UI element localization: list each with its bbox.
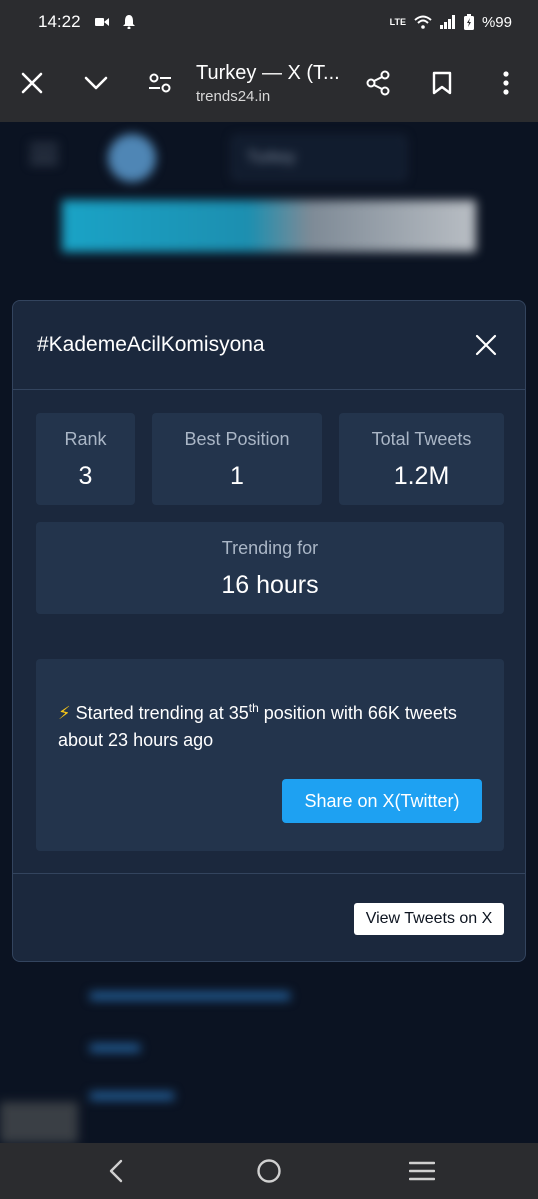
stat-value: 1 bbox=[230, 462, 244, 490]
view-tweets-button[interactable]: View Tweets on X bbox=[354, 903, 504, 935]
stat-label: Total Tweets bbox=[371, 429, 472, 449]
share-page-button[interactable] bbox=[346, 44, 410, 122]
modal-close-button[interactable] bbox=[471, 330, 501, 360]
battery-icon bbox=[463, 14, 474, 30]
menu-icon bbox=[30, 144, 58, 164]
trend-details-modal: #KademeAcilKomisyona Rank 3 Best Positio… bbox=[12, 300, 526, 962]
home-circle-icon bbox=[257, 1159, 281, 1183]
list-item bbox=[20, 984, 440, 1008]
battery-level: %99 bbox=[481, 13, 512, 31]
status-time: 14:22 bbox=[38, 12, 81, 31]
modal-footer: View Tweets on X bbox=[13, 873, 525, 961]
video-camera-icon bbox=[94, 17, 109, 27]
trend-info-text: ⚡ Started trending at 35th position with… bbox=[58, 701, 457, 750]
stat-value: 1.2M bbox=[393, 462, 450, 490]
home-button[interactable] bbox=[239, 1143, 299, 1199]
stat-label: Best Position bbox=[184, 429, 290, 449]
page-tab-title: Turkey — X (T... bbox=[196, 61, 340, 84]
stat-best-position: Best Position 1 bbox=[152, 413, 322, 505]
back-chevron-icon bbox=[110, 1159, 123, 1183]
status-bar: 14:22 LTE %99 bbox=[0, 0, 538, 44]
browser-toolbar: Turkey — X (T... trends24.in bbox=[0, 44, 538, 122]
close-icon bbox=[475, 334, 497, 356]
bookmark-icon bbox=[432, 71, 452, 95]
menu-lines-icon bbox=[408, 1161, 435, 1181]
minimize-button[interactable] bbox=[64, 44, 128, 122]
tune-icon bbox=[149, 73, 171, 93]
bottom-tab bbox=[0, 1102, 78, 1143]
stat-value: 16 hours bbox=[221, 571, 319, 599]
page-domain: trends24.in bbox=[196, 87, 271, 105]
stat-trending-for: Trending for 16 hours bbox=[36, 522, 504, 614]
list-item bbox=[20, 1084, 440, 1108]
stat-rank: Rank 3 bbox=[36, 413, 135, 505]
share-icon bbox=[366, 70, 390, 96]
country-select: Turkey bbox=[232, 136, 406, 180]
list-item bbox=[20, 1036, 440, 1060]
stat-label: Trending for bbox=[221, 538, 319, 558]
ad-banner bbox=[62, 200, 476, 252]
stat-total-tweets: Total Tweets 1.2M bbox=[339, 413, 504, 505]
chevron-down-icon bbox=[84, 76, 108, 90]
bookmark-button[interactable] bbox=[410, 44, 474, 122]
stat-value: 3 bbox=[78, 462, 93, 490]
site-logo bbox=[108, 134, 156, 182]
back-button[interactable] bbox=[86, 1143, 146, 1199]
close-tab-button[interactable] bbox=[0, 44, 64, 122]
recents-button[interactable] bbox=[392, 1143, 452, 1199]
lightning-icon: ⚡ bbox=[58, 703, 71, 723]
system-nav-bar bbox=[0, 1143, 538, 1199]
modal-title: #KademeAcilKomisyona bbox=[37, 333, 265, 356]
lte-icon: LTE bbox=[389, 16, 406, 27]
trend-info-card: ⚡ Started trending at 35th position with… bbox=[36, 659, 504, 851]
notification-bell-icon bbox=[122, 15, 135, 29]
modal-header: #KademeAcilKomisyona bbox=[13, 301, 525, 390]
stat-label: Rank bbox=[64, 429, 107, 449]
site-settings-button[interactable] bbox=[128, 44, 192, 122]
close-icon bbox=[21, 72, 43, 94]
more-options-button[interactable] bbox=[474, 44, 538, 122]
share-on-x-button[interactable]: Share on X(Twitter) bbox=[282, 779, 482, 823]
more-vert-icon bbox=[503, 71, 509, 95]
wifi-icon bbox=[414, 15, 432, 29]
signal-icon bbox=[439, 15, 456, 29]
url-bar[interactable]: Turkey — X (T... trends24.in bbox=[192, 62, 346, 105]
